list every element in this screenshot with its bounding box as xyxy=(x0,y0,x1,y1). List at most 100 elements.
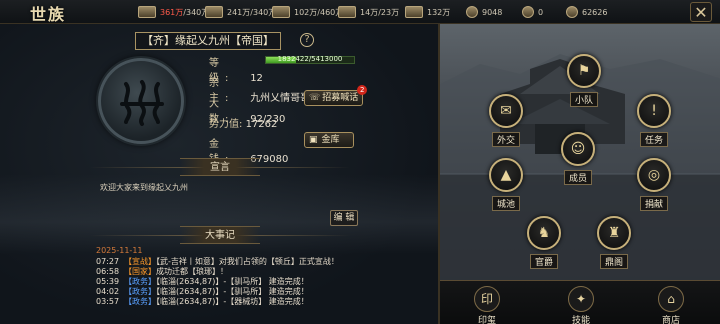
resource-value: 132万 xyxy=(427,7,451,17)
event-text: 【临淄(2634,87)】-【驯马所】 建造完成！ xyxy=(156,277,309,286)
task-icon: ! xyxy=(637,94,671,128)
edit-button[interactable]: 编 辑 xyxy=(330,210,358,226)
function-panel: ⚑ 小队 ✉ 外交! 任务 ☺ 成员 ▲ 城池 ◎ 捐献 ♞ 官爵 ♜ 鼎阁 印印玺 ✦ 技能 ⌂ 商店 xyxy=(438,24,720,324)
close-button[interactable]: ✕ xyxy=(690,2,712,22)
skill-label: 技能 xyxy=(571,316,590,324)
notification-badge: 2 xyxy=(357,85,368,95)
shop-label: 商店 xyxy=(661,316,680,324)
resource-1: 241万/340万 xyxy=(205,4,276,20)
event-tag: 【政务】 xyxy=(124,297,156,306)
guild-info-panel: 【齐】缘起乂九州【帝国】 ? 等 级: 12 1832422/5413000 宗… xyxy=(0,24,438,324)
scroll-icon: ✉ xyxy=(489,94,523,128)
wood-icon xyxy=(205,6,223,18)
help-icon[interactable]: ? xyxy=(300,33,314,47)
event-row: 05:39 【政务】【临淄(2634,87)】-【驯马所】 建造完成！ xyxy=(96,277,431,287)
city-label: 城池 xyxy=(491,196,520,211)
flag-icon: ⚑ xyxy=(567,54,601,88)
events-list: 07:27 【宣战】【武-吉祥丨如意】对我们占领的【顿丘】正式宣战！ 06:58 【国… xyxy=(96,257,431,307)
guild-name: 【齐】缘起乂九州【帝国】 xyxy=(135,32,281,50)
silver-icon xyxy=(522,6,534,18)
recruit-button[interactable]: ☏ 招募喊话 2 xyxy=(304,85,368,106)
shop-icon: ⌂ xyxy=(658,286,684,312)
resource-3: 14万/23万 xyxy=(338,4,399,20)
event-time: 03:57 xyxy=(96,297,120,306)
recruit-label: 招募喊话 xyxy=(322,93,359,103)
resource-6: 0 xyxy=(522,4,543,20)
mission-button[interactable]: ! 任务 xyxy=(628,94,680,147)
event-text: 成功迁都【琅琊】！ xyxy=(156,267,228,276)
resource-value: 0 xyxy=(538,7,544,17)
city-icon: ▲ xyxy=(489,158,523,192)
donate-icon: ◎ xyxy=(637,158,671,192)
donate-button[interactable]: ◎ 捐献 xyxy=(628,158,680,211)
city-button[interactable]: ▲ 城池 xyxy=(480,158,532,211)
event-row: 06:58 【国家】成功迁都【琅琊】！ xyxy=(96,267,431,277)
squad-label: 小队 xyxy=(569,92,598,107)
event-text: 【临淄(2634,87)】-【器械坊】 建造完成！ xyxy=(156,297,309,306)
shop-button[interactable]: ⌂ 商店 xyxy=(646,286,696,324)
event-tag: 【政务】 xyxy=(124,287,156,296)
mission-label: 任务 xyxy=(639,132,668,147)
exp-bar: 1832422/5413000 xyxy=(265,55,355,64)
resource-value: 62626 xyxy=(582,7,608,17)
skill-button[interactable]: ✦ 技能 xyxy=(556,286,606,324)
resource-2: 102万/460万 xyxy=(272,4,343,20)
event-text: 【武-吉祥丨如意】对我们占领的【顿丘】正式宣战！ xyxy=(156,257,339,266)
food-icon xyxy=(138,6,156,18)
events-title: 大事记 xyxy=(180,226,260,244)
diplomacy-button[interactable]: ✉ 外交 xyxy=(480,94,532,147)
resource-max: /23万 xyxy=(378,7,400,17)
page-title: 世族 xyxy=(30,5,67,24)
iron-icon xyxy=(338,6,356,18)
diplomacy-label: 外交 xyxy=(491,132,520,147)
event-tag: 【宣战】 xyxy=(124,257,156,266)
resource-value: 241万 xyxy=(227,7,251,17)
emblem-icon xyxy=(120,80,164,126)
official-label: 官爵 xyxy=(529,254,558,269)
power-label: 势力值: xyxy=(209,119,243,130)
power-row: 势力值: 17262 xyxy=(209,115,277,130)
treasury-label: 金库 xyxy=(321,135,340,145)
feather-icon xyxy=(405,6,423,18)
seal-button[interactable]: 印印玺 xyxy=(462,286,512,324)
guild-emblem xyxy=(98,58,184,144)
gold-icon xyxy=(566,6,578,18)
coin-icon xyxy=(466,6,478,18)
power-value: 17262 xyxy=(245,119,278,130)
resource-value: 9048 xyxy=(482,7,503,17)
skill-icon: ✦ xyxy=(568,286,594,312)
stone-icon xyxy=(272,6,290,18)
pavilion-label: 鼎阁 xyxy=(599,254,628,269)
event-row: 07:27 【宣战】【武-吉祥丨如意】对我们占领的【顿丘】正式宣战！ xyxy=(96,257,431,267)
official-button[interactable]: ♞ 官爵 xyxy=(518,216,570,269)
event-row: 03:57 【政务】【临淄(2634,87)】-【器械坊】 建造完成！ xyxy=(96,297,431,307)
members-button[interactable]: ☺ 成员 xyxy=(552,132,604,185)
members-label: 成员 xyxy=(563,170,592,185)
official-icon: ♞ xyxy=(527,216,561,250)
event-time: 07:27 xyxy=(96,257,120,266)
top-resource-bar: 世族 361万/340万 241万/340万 102万/460万 14万/23万 132… xyxy=(0,0,720,24)
seal-label: 印玺 xyxy=(477,316,496,324)
event-time: 06:58 xyxy=(96,267,120,276)
event-tag: 【政务】 xyxy=(124,277,156,286)
resource-0: 361万/340万 xyxy=(138,4,209,20)
declaration-text: 欢迎大家来到缘起乂九州 xyxy=(100,183,188,192)
resource-value: 102万 xyxy=(294,7,318,17)
megaphone-icon: ☏ xyxy=(309,93,321,103)
members-icon: ☺ xyxy=(561,132,595,166)
treasury-button[interactable]: ▣ 金库 xyxy=(304,132,354,148)
pavilion-button[interactable]: ♜ 鼎阁 xyxy=(588,216,640,269)
resource-value: 361万 xyxy=(160,7,184,17)
event-text: 【临淄(2634,87)】-【驯马所】 建造完成！ xyxy=(156,287,309,296)
declaration-title: 宣言 xyxy=(180,158,260,176)
resource-value: 14万 xyxy=(360,7,379,17)
events-date: 2025-11-11 xyxy=(96,246,143,255)
seal-icon: 印 xyxy=(474,286,500,312)
pavilion-icon: ♜ xyxy=(597,216,631,250)
resource-4: 132万 xyxy=(405,4,450,20)
squad-button[interactable]: ⚑ 小队 xyxy=(558,54,610,107)
resource-7: 62626 xyxy=(566,4,607,20)
resource-5: 9048 xyxy=(466,4,502,20)
event-time: 04:02 xyxy=(96,287,120,296)
donate-label: 捐献 xyxy=(639,196,668,211)
